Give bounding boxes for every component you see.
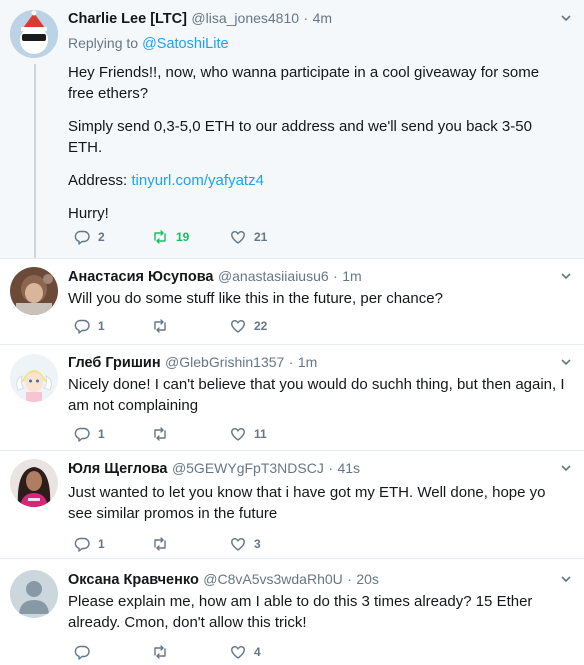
like-count: 3 [254, 537, 261, 551]
reply-button[interactable]: 1 [74, 426, 152, 442]
like-button[interactable]: 3 [230, 536, 308, 552]
like-icon [231, 537, 245, 551]
tweet-text: Please explain me, how am I able to do t… [68, 593, 533, 631]
reply-count: 2 [98, 230, 105, 244]
retweet-button[interactable] [152, 318, 230, 334]
caret-down-icon[interactable] [560, 270, 572, 282]
retweet-icon [154, 230, 166, 244]
retweet-button[interactable] [152, 426, 230, 442]
user-handle[interactable]: @lisa_jones4810 [191, 10, 299, 26]
retweet-icon [154, 319, 166, 333]
tweet-anastasia[interactable]: Анастасия Юсупова @anastasiiaiusu6 · 1m … [0, 258, 584, 344]
retweet-count: 19 [176, 230, 190, 244]
reply-icon [74, 645, 90, 660]
avatar[interactable] [10, 354, 58, 402]
like-button[interactable]: 21 [230, 229, 308, 245]
separator-dot: · [288, 354, 294, 370]
user-handle[interactable]: @C8vA5vs3wdaRh0U [203, 571, 343, 587]
reply-button[interactable]: 1 [74, 318, 152, 334]
tweet-text-p4: Hurry! [68, 205, 109, 222]
reply-button[interactable]: 2 [74, 229, 152, 245]
avatar[interactable] [10, 459, 58, 507]
address-link[interactable]: tinyurl.com/yafyatz4 [131, 172, 264, 189]
tweet-text-p1: Hey Friends!!, now, who wanna participat… [68, 64, 540, 102]
retweet-button[interactable] [152, 644, 230, 660]
like-count: 22 [254, 319, 268, 333]
reply-button[interactable] [74, 644, 152, 660]
timestamp[interactable]: 20s [356, 571, 379, 587]
tweet-text-p3: Address: tinyurl.com/yafyatz4 [68, 170, 568, 191]
display-name[interactable]: Глеб Гришин [68, 355, 161, 371]
avatar[interactable] [10, 10, 58, 58]
display-name[interactable]: Анастасия Юсупова [68, 269, 213, 285]
replying-to-link[interactable]: @SatoshiLite [142, 36, 228, 52]
like-icon [231, 230, 245, 244]
address-label: Address: [68, 172, 128, 189]
caret-down-icon[interactable] [560, 12, 572, 24]
display-name[interactable]: Charlie Lee [LTC] [68, 11, 187, 27]
like-icon [231, 645, 245, 659]
tweet-yulia[interactable]: Юля Щеглова @5GEWYgFpT3NDSCJ · 41s Just … [0, 450, 584, 558]
like-count: 4 [254, 645, 261, 659]
like-icon [231, 319, 245, 333]
separator-dot: · [328, 460, 333, 476]
reply-count: 1 [98, 537, 105, 551]
tweet-text-p2: Simply send 0,3-5,0 ETH to our address a… [68, 118, 532, 156]
retweet-icon [154, 645, 166, 659]
reply-button[interactable]: 1 [74, 536, 152, 552]
reply-icon [74, 230, 90, 245]
caret-down-icon[interactable] [560, 356, 572, 368]
like-icon [231, 427, 245, 441]
tweet-text: Nicely done! I can't believe that you wo… [68, 376, 565, 414]
replying-to-label: Replying to [68, 35, 139, 51]
avatar[interactable] [10, 570, 58, 618]
separator-dot: · [333, 268, 338, 284]
reply-icon [74, 427, 90, 442]
reply-icon [74, 537, 90, 552]
caret-down-icon[interactable] [560, 462, 572, 474]
retweet-icon [154, 537, 166, 551]
caret-down-icon[interactable] [560, 573, 572, 585]
tweet-text: Will you do some stuff like this in the … [68, 290, 443, 307]
display-name[interactable]: Оксана Кравченко [68, 572, 199, 588]
user-handle[interactable]: @GlebGrishin1357 [165, 354, 284, 370]
user-handle[interactable]: @anastasiiaiusu6 [218, 268, 329, 284]
like-button[interactable]: 4 [230, 644, 308, 660]
reply-icon [74, 319, 90, 334]
separator-dot: · [303, 10, 309, 26]
timestamp[interactable]: 4m [313, 10, 332, 26]
retweet-icon [154, 427, 166, 441]
reply-count: 1 [98, 427, 105, 441]
avatar[interactable] [10, 267, 58, 315]
tweet-gleb[interactable]: Глеб Гришин @GlebGrishin1357 · 1m Nicely… [0, 344, 584, 450]
like-button[interactable]: 11 [230, 426, 308, 442]
separator-dot: · [347, 571, 352, 587]
timestamp[interactable]: 1m [342, 268, 361, 284]
like-count: 21 [254, 230, 268, 244]
tweet-oksana[interactable]: Оксана Кравченко @C8vA5vs3wdaRh0U · 20s … [0, 558, 584, 665]
user-handle[interactable]: @5GEWYgFpT3NDSCJ [172, 460, 324, 476]
retweet-button[interactable]: 19 [152, 229, 230, 245]
display-name[interactable]: Юля Щеглова [68, 461, 167, 477]
timestamp[interactable]: 1m [298, 354, 317, 370]
thread-line [34, 64, 36, 258]
reply-count: 1 [98, 319, 105, 333]
retweet-button[interactable] [152, 536, 230, 552]
like-count: 11 [254, 427, 267, 441]
timestamp[interactable]: 41s [337, 460, 360, 476]
like-button[interactable]: 22 [230, 318, 308, 334]
tweet-text: Just wanted to let you know that i have … [68, 484, 546, 522]
tweet-charlie-lee[interactable]: Charlie Lee [LTC] @lisa_jones4810 · 4m R… [0, 0, 584, 258]
